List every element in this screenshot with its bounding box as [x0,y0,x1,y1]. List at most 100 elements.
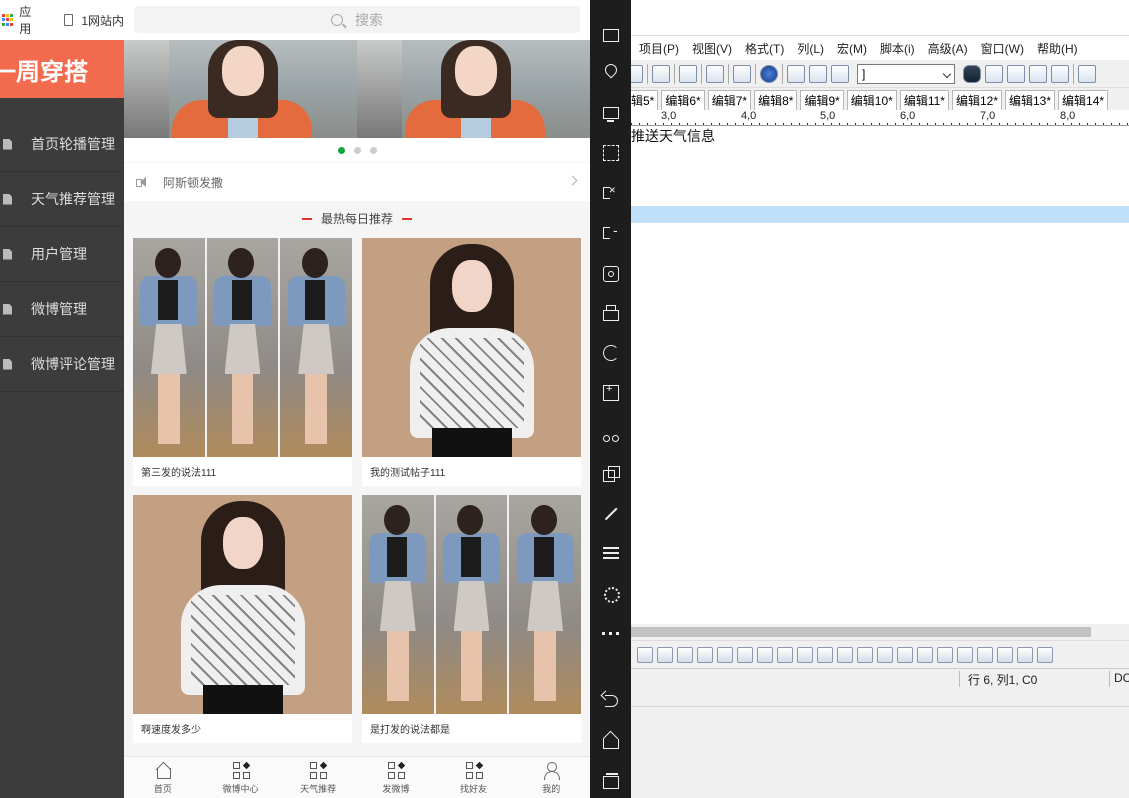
resize-icon[interactable] [601,504,621,524]
html-tool-icon[interactable] [677,646,693,663]
menu-item-weibo[interactable]: 微博管理 [0,282,124,337]
checkbox-tool-icon[interactable] [817,646,833,663]
menu-project[interactable]: 项目(P) [639,40,679,57]
banner-carousel[interactable] [124,40,590,138]
tab-find-friends[interactable]: 找好友 [435,757,513,798]
tab-edit11[interactable]: 编辑11* [899,90,949,110]
menu-item-users[interactable]: 用户管理 [0,227,124,282]
post-card[interactable]: 我的测试帖子111 [362,238,581,486]
menu-view[interactable]: 视图(V) [692,40,732,57]
html-tool-icon[interactable] [937,646,953,663]
html-tool-icon[interactable] [957,646,973,663]
search-combo[interactable]: ] [857,63,955,84]
recents-icon[interactable] [601,771,621,791]
post-card[interactable]: 第三发的说法111 [133,238,352,486]
help-tool-icon[interactable] [977,646,993,663]
tab-edit10[interactable]: 编辑10* [846,90,897,110]
tab-weather[interactable]: 天气推荐 [279,757,357,798]
find-prev-icon[interactable] [1007,64,1025,83]
menu-format[interactable]: 格式(T) [745,40,784,57]
image-tool-icon[interactable] [877,646,893,663]
find-next-icon[interactable] [985,64,1003,83]
notice-bar[interactable]: 阿斯顿发撒 [124,163,590,201]
html-tool-icon[interactable] [777,646,793,663]
menu-column[interactable]: 列(L) [797,40,824,57]
tab-weibo-center[interactable]: 微博中心 [202,757,280,798]
tab-edit14[interactable]: 编辑14* [1058,90,1109,110]
menu-icon[interactable] [601,543,621,563]
apps-grid-icon[interactable] [2,14,13,26]
tab-edit6[interactable]: 编辑6* [661,90,705,110]
home-icon[interactable] [601,731,621,751]
scissors-icon[interactable] [601,424,621,444]
html-tool-icon[interactable] [697,646,713,663]
tab-edit5[interactable]: 辑5* [631,90,659,110]
carousel-dot-active[interactable] [337,146,345,154]
tab-post-weibo[interactable]: 发微博 [357,757,435,798]
globe-icon[interactable] [760,64,778,83]
table-tool-icon[interactable] [997,646,1013,663]
html-tool-icon[interactable] [1037,646,1053,663]
wrap-icon[interactable] [679,64,697,83]
menu-item-comments[interactable]: 微博评论管理 [0,337,124,392]
search-input[interactable]: 搜索 [134,6,580,33]
html-tool-icon[interactable] [797,646,813,663]
post-card[interactable]: 啊速度发多少 [133,495,352,743]
copy-icon[interactable] [809,64,827,83]
chevron-up-icon[interactable] [601,0,621,10]
document-icon[interactable] [652,64,670,83]
tab-edit12[interactable]: 编辑12* [951,90,1002,110]
anchor-tool-icon[interactable] [897,646,913,663]
back-icon[interactable] [601,691,621,711]
tab-home[interactable]: 首页 [124,757,202,798]
scrollbar-thumb[interactable] [631,627,1091,637]
menu-help[interactable]: 帮助(H) [1037,40,1078,57]
tv-icon[interactable] [601,24,621,44]
post-card[interactable]: 是打发的说法都是 [362,495,581,743]
tab-edit7[interactable]: 编辑7* [707,90,752,110]
save-icon[interactable] [631,64,643,83]
html-tool-icon[interactable] [657,646,673,663]
install-apk-icon[interactable] [601,383,621,403]
horizontal-scrollbar[interactable] [631,624,1129,640]
eraser-icon[interactable] [601,303,621,323]
location-icon[interactable] [601,63,621,83]
paste-icon[interactable] [831,64,849,83]
tab-edit13[interactable]: 编辑13* [1005,90,1056,110]
tab-edit9[interactable]: 编辑9* [800,90,844,110]
html-tool-icon[interactable] [857,646,873,663]
bookmark-label[interactable]: 1网站内 [81,12,124,29]
notepad-icon[interactable] [733,64,751,83]
cut-icon[interactable] [787,64,805,83]
menu-window[interactable]: 窗口(W) [981,40,1024,57]
rotate-icon[interactable] [601,343,621,363]
replace-icon[interactable] [1029,64,1047,83]
monitor-icon[interactable] [601,104,621,124]
list-icon[interactable] [1078,64,1096,83]
print-icon[interactable] [1051,64,1069,83]
apps-bookmark-label[interactable]: 应用 [19,3,42,37]
html-tool-icon[interactable] [717,646,733,663]
screenshot-icon[interactable] [601,264,621,284]
more-icon[interactable] [601,623,621,643]
menu-advanced[interactable]: 高级(A) [928,40,968,57]
loading-icon[interactable] [601,584,621,604]
html-tool-icon[interactable] [757,646,773,663]
tab-mine[interactable]: 我的 [512,757,590,798]
menu-script[interactable]: 脚本(i) [880,40,915,57]
text-area[interactable]: 推送天气信息 [631,126,1129,624]
radio-tool-icon[interactable] [837,646,853,663]
volume-up-icon[interactable] [601,183,621,203]
volume-down-icon[interactable] [601,222,621,243]
multi-window-icon[interactable] [601,464,621,484]
hex-icon[interactable] [706,64,724,83]
find-icon[interactable] [963,64,981,83]
menu-macro[interactable]: 宏(M) [837,40,867,57]
fullscreen-icon[interactable] [601,143,621,163]
carousel-dot[interactable] [353,146,361,154]
html-tool-icon[interactable] [917,646,933,663]
carousel-dot[interactable] [369,146,377,154]
html-tool-icon[interactable] [637,646,653,663]
tab-edit8[interactable]: 编辑8* [754,90,798,110]
menu-item-banner[interactable]: 首页轮播管理 [0,117,124,172]
